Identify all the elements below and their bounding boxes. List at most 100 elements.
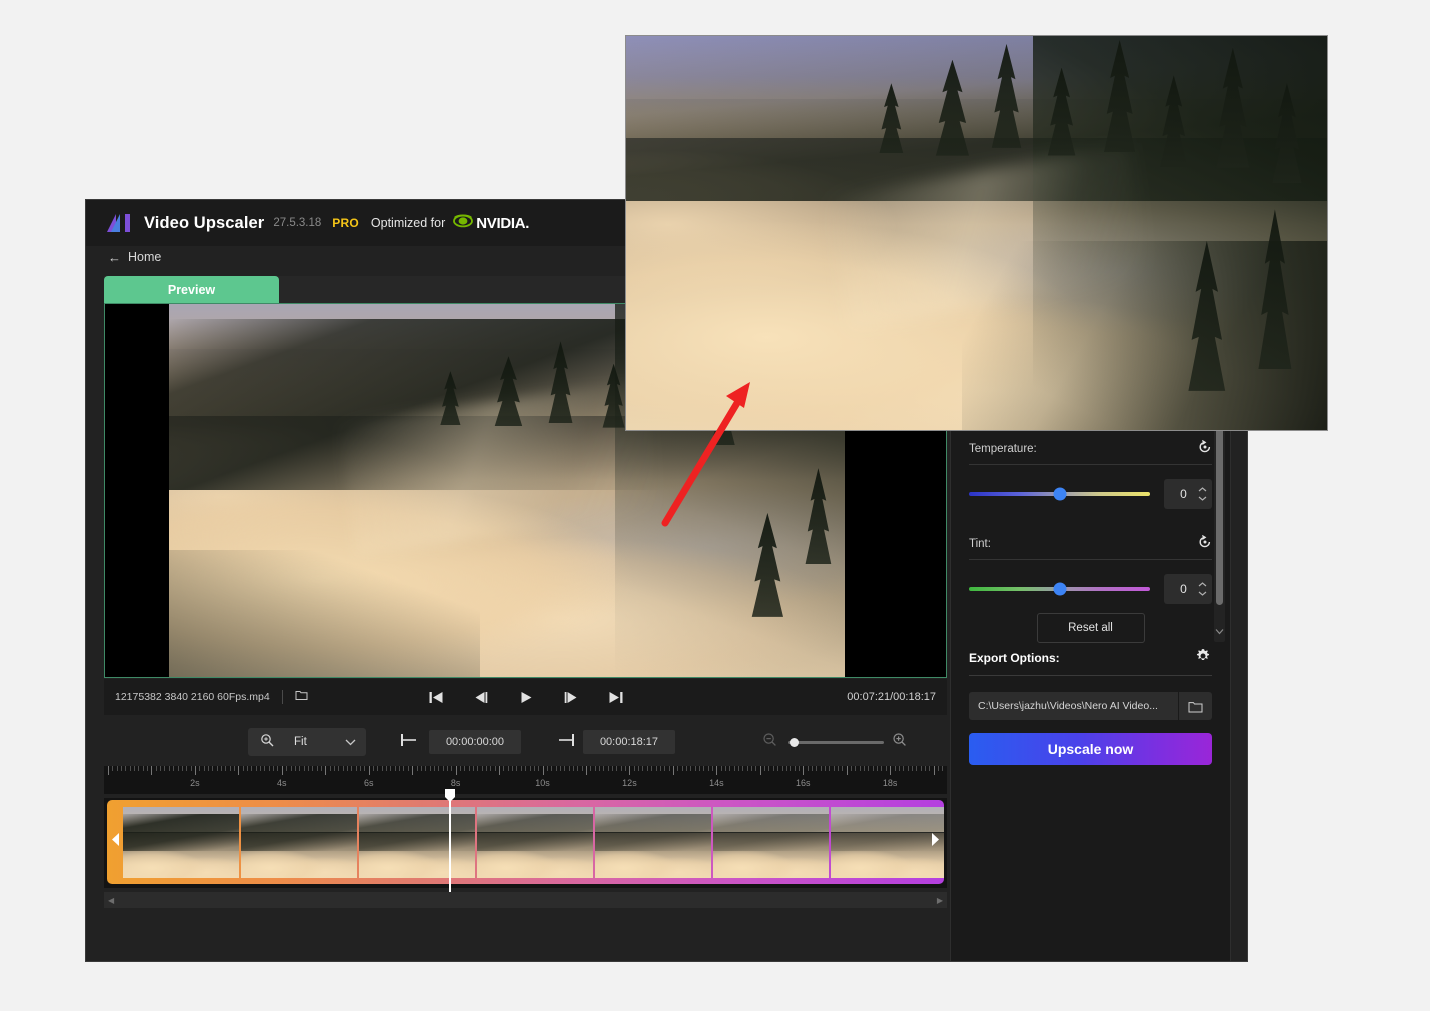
tint-slider-knob[interactable] — [1053, 583, 1066, 596]
ruler-tick-major — [760, 766, 761, 775]
scroll-left-arrow-icon[interactable]: ◀ — [108, 896, 114, 905]
ruler-tick-minor — [438, 766, 439, 771]
ruler-tick-minor — [886, 766, 887, 771]
scroll-down-arrow-icon[interactable] — [1215, 622, 1224, 640]
ruler-tick-minor — [625, 766, 626, 771]
tint-slider-row: 0 — [969, 574, 1212, 604]
ruler-tick-minor — [751, 766, 752, 771]
output-path-field[interactable]: C:\Users\jazhu\Videos\Nero AI Video... — [969, 692, 1178, 720]
skip-to-start-button[interactable] — [428, 690, 443, 705]
ruler-tick-minor — [925, 766, 926, 771]
ruler-tick-minor — [178, 766, 179, 771]
reset-circular-arrow-icon[interactable] — [1198, 440, 1212, 459]
ruler-tick-minor — [764, 766, 765, 771]
play-button[interactable] — [518, 690, 533, 705]
folder-icon[interactable] — [295, 688, 308, 706]
ruler-tick-minor — [308, 766, 309, 771]
ruler-tick-minor — [860, 766, 861, 771]
ruler-tick-minor — [877, 766, 878, 771]
ruler-tick-minor — [217, 766, 218, 771]
timeline-clip[interactable] — [107, 800, 944, 884]
temperature-number-box[interactable]: 0 — [1164, 479, 1212, 509]
ruler-tick-label: 2s — [190, 778, 200, 788]
ruler-tick-minor — [786, 766, 787, 771]
tint-label: Tint: — [969, 538, 991, 550]
ruler-tick-minor — [573, 766, 574, 771]
divider — [969, 559, 1212, 560]
temperature-slider[interactable] — [969, 492, 1150, 496]
mark-out-icon[interactable] — [557, 733, 575, 752]
chevron-down-icon — [1198, 496, 1207, 501]
transport-controls — [428, 690, 623, 705]
ruler-tick-minor — [851, 766, 852, 771]
nvidia-period: . — [525, 215, 529, 232]
ruler-tick-minor — [490, 766, 491, 771]
ruler-tick-minor — [169, 766, 170, 771]
home-link[interactable]: ← Home — [108, 250, 161, 265]
step-forward-button[interactable] — [563, 690, 578, 705]
ruler-tick-minor — [351, 766, 352, 771]
zoom-level-select[interactable]: Fit — [248, 728, 366, 756]
app-version: 27.5.3.18 — [273, 217, 321, 229]
ruler-tick-minor — [734, 766, 735, 771]
ruler-tick-minor — [403, 766, 404, 771]
ruler-tick-minor — [621, 766, 622, 771]
scroll-right-arrow-icon[interactable]: ▶ — [937, 896, 943, 905]
ruler-tick-major — [282, 766, 283, 775]
ruler-tick-minor — [312, 766, 313, 771]
timeline-toolbar: Fit 00:00:00:00 00 — [104, 721, 947, 763]
ruler-tick-minor — [173, 766, 174, 771]
export-options-section: Export Options: C:\Users\jazhu\Videos\Ne… — [951, 647, 1230, 765]
ruler-tick-label: 8s — [451, 778, 461, 788]
playhead[interactable] — [449, 789, 451, 892]
ruler-tick-minor — [742, 766, 743, 771]
temperature-stepper[interactable] — [1198, 479, 1207, 509]
step-back-button[interactable] — [473, 690, 488, 705]
ruler-tick-major — [890, 766, 891, 775]
timeline-ruler[interactable]: 2s4s6s8s10s12s14s16s18s — [104, 766, 947, 794]
ruler-tick-minor — [708, 766, 709, 771]
trim-handle-left-icon[interactable] — [111, 832, 120, 852]
timeline-zoom-slider-handle[interactable] — [790, 738, 799, 747]
nero-ai-logo-icon — [107, 214, 133, 232]
temperature-slider-knob[interactable] — [1053, 488, 1066, 501]
tint-number-box[interactable]: 0 — [1164, 574, 1212, 604]
ruler-tick-minor — [812, 766, 813, 771]
ruler-tick-minor — [582, 766, 583, 771]
tint-stepper[interactable] — [1198, 574, 1207, 604]
trim-handle-right-icon[interactable] — [931, 832, 940, 852]
zoomed-preview-overlay — [625, 35, 1328, 431]
zoom-in-icon[interactable] — [892, 732, 907, 752]
ruler-tick-major — [412, 766, 413, 775]
filmstrip-frame — [241, 807, 357, 878]
out-point-field[interactable]: 00:00:18:17 — [583, 730, 675, 754]
reset-all-button[interactable]: Reset all — [1037, 613, 1145, 643]
timeline-zoom-slider[interactable] — [788, 741, 884, 744]
ruler-tick-minor — [469, 766, 470, 771]
ruler-tick-minor — [277, 766, 278, 771]
ruler-tick-minor — [560, 766, 561, 771]
tab-preview[interactable]: Preview — [104, 276, 279, 303]
gear-icon[interactable] — [1194, 647, 1212, 670]
in-point-field[interactable]: 00:00:00:00 — [429, 730, 521, 754]
timeline-scrollbar[interactable]: ◀ ▶ — [104, 892, 947, 908]
ruler-tick-minor — [243, 766, 244, 771]
mark-in-icon[interactable] — [400, 733, 418, 752]
ruler-tick-minor — [330, 766, 331, 771]
ruler-tick-minor — [234, 766, 235, 771]
reset-circular-arrow-icon[interactable] — [1198, 535, 1212, 554]
ruler-tick-minor — [608, 766, 609, 771]
ruler-tick-minor — [421, 766, 422, 771]
folder-open-icon[interactable] — [1179, 692, 1212, 720]
ruler-tick-minor — [443, 766, 444, 771]
skip-to-end-button[interactable] — [608, 690, 623, 705]
ruler-tick-minor — [712, 766, 713, 771]
ruler-tick-minor — [134, 766, 135, 771]
ruler-tick-minor — [699, 766, 700, 771]
zoom-out-icon[interactable] — [762, 732, 777, 752]
ruler-tick-minor — [112, 766, 113, 771]
tint-slider[interactable] — [969, 587, 1150, 591]
upscale-now-button[interactable]: Upscale now — [969, 733, 1212, 765]
ruler-tick-minor — [160, 766, 161, 771]
ruler-tick-minor — [343, 766, 344, 771]
